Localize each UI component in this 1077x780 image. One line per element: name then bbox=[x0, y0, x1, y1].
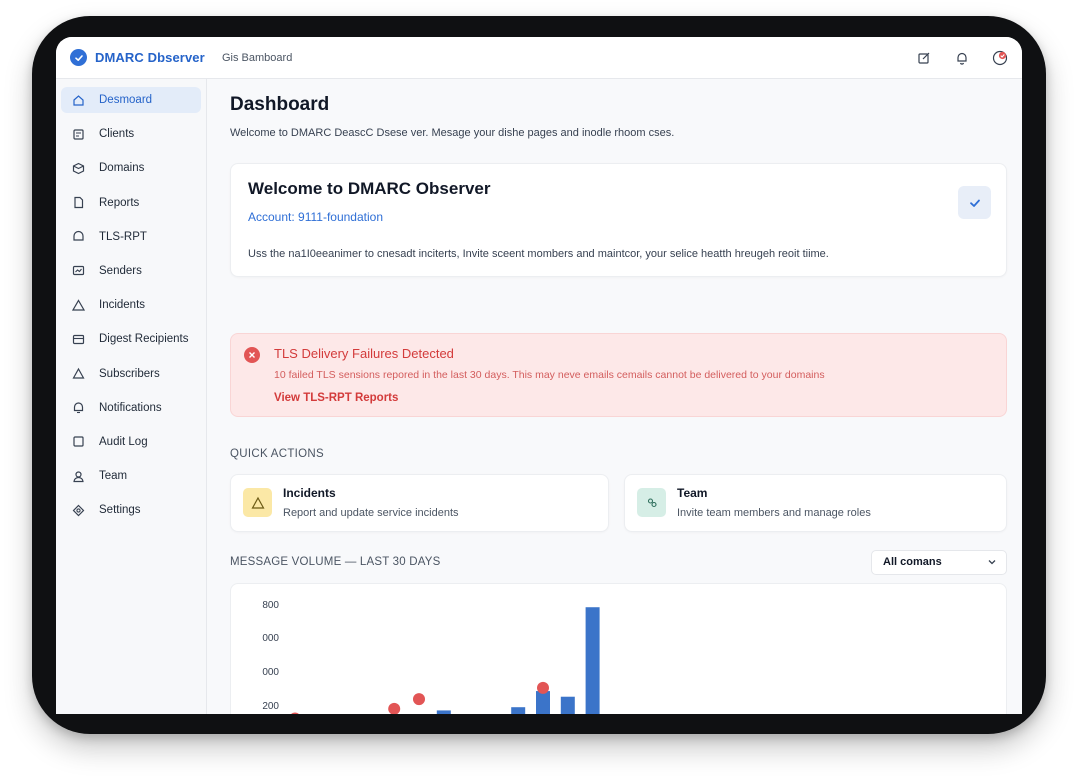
team-icon bbox=[637, 488, 666, 517]
welcome-card: Welcome to DMARC Observer Account: 9111-… bbox=[230, 163, 1007, 277]
quick-actions-heading: QUICK ACTIONS bbox=[230, 448, 324, 460]
reports-icon bbox=[71, 196, 85, 210]
sidebar-item-label: Notifications bbox=[99, 401, 162, 414]
view-tls-rpt-link[interactable]: View TLS-RPT Reports bbox=[274, 392, 398, 404]
bell-icon[interactable] bbox=[954, 50, 970, 66]
chart-canvas: 8000000002000Mar 'dMar 'dMar 'dMar 'dMar… bbox=[262, 600, 600, 714]
tls-icon bbox=[71, 230, 85, 244]
sidebar-item-label: Subscribers bbox=[99, 367, 160, 380]
alert-icon bbox=[244, 347, 260, 363]
main-content: Dashboard Welcome to DMARC DeascC Dsese … bbox=[207, 79, 1022, 714]
y-tick-label: 000 bbox=[262, 633, 279, 644]
welcome-title: Welcome to DMARC Observer bbox=[248, 179, 491, 198]
y-tick-label: 000 bbox=[262, 667, 279, 678]
sidebar-item-label: Settings bbox=[99, 504, 141, 517]
sidebar-item-reports[interactable]: Reports bbox=[61, 190, 201, 216]
volume-bar[interactable] bbox=[436, 710, 451, 714]
digest-icon bbox=[71, 332, 85, 346]
chart-heading: MESSAGE VOLUME — LAST 30 DAYS bbox=[230, 556, 441, 568]
team-icon bbox=[71, 469, 85, 483]
clients-icon bbox=[71, 127, 85, 141]
settings-icon bbox=[71, 503, 85, 517]
sidebar: Desmoard Clients Domains Reports TLS-RPT… bbox=[56, 79, 207, 714]
audit-icon bbox=[71, 435, 85, 449]
volume-bar[interactable] bbox=[536, 691, 550, 714]
sidebar-item-audit-log[interactable]: Audit Log bbox=[61, 429, 201, 455]
sidebar-item-tls-rpt[interactable]: TLS-RPT bbox=[61, 224, 201, 250]
sidebar-item-label: Digest Recipients bbox=[99, 333, 189, 346]
quick-action-description: Report and update service incidents bbox=[283, 507, 459, 519]
domain-filter-select[interactable]: All comans bbox=[871, 550, 1007, 575]
senders-icon bbox=[71, 264, 85, 278]
sidebar-item-label: Clients bbox=[99, 128, 135, 141]
warning-icon bbox=[243, 488, 272, 517]
dismiss-check-button[interactable] bbox=[958, 186, 991, 219]
sidebar-item-digest-recipients[interactable]: Digest Recipients bbox=[61, 326, 201, 352]
sidebar-item-team[interactable]: Team bbox=[61, 463, 201, 489]
quick-action-incidents[interactable]: Incidents Report and update service inci… bbox=[230, 474, 609, 532]
volume-bar[interactable] bbox=[560, 696, 575, 714]
failure-point[interactable] bbox=[388, 702, 401, 714]
home-icon bbox=[71, 93, 85, 107]
quick-action-team[interactable]: Team Invite team members and manage role… bbox=[624, 474, 1007, 532]
alert-description: 10 failed TLS sensions repored in the la… bbox=[274, 369, 825, 381]
quick-action-title: Team bbox=[677, 486, 708, 500]
app-screen: DMARC Dbserver Gis Bamboard Desmoard Cli… bbox=[56, 37, 1022, 714]
sidebar-item-label: Senders bbox=[99, 264, 142, 277]
y-tick-label: 800 bbox=[262, 600, 279, 611]
user-avatar-icon[interactable] bbox=[992, 50, 1008, 66]
welcome-description: Uss the na1I0eeanimer to cnesadt inciter… bbox=[248, 248, 829, 260]
sidebar-item-label: Reports bbox=[99, 196, 140, 209]
breadcrumb: Gis Bamboard bbox=[222, 52, 293, 64]
brand[interactable]: DMARC Dbserver bbox=[70, 49, 205, 66]
select-value: All comans bbox=[883, 556, 942, 568]
failure-point[interactable] bbox=[537, 681, 549, 694]
quick-action-title: Incidents bbox=[283, 486, 336, 500]
top-actions bbox=[916, 50, 1008, 66]
sidebar-item-notifications[interactable]: Notifications bbox=[61, 395, 201, 421]
quick-action-description: Invite team members and manage roles bbox=[677, 507, 871, 519]
tls-failure-alert: TLS Delivery Failures Detected 10 failed… bbox=[230, 333, 1007, 417]
message-volume-chart: 8000000002000Mar 'dMar 'dMar 'dMar 'dMar… bbox=[230, 583, 1007, 714]
sidebar-item-label: Domains bbox=[99, 162, 145, 175]
page-subtitle: Welcome to DMARC DeascC Dsese ver. Mesag… bbox=[230, 127, 675, 139]
app-name: DMARC Dbserver bbox=[95, 50, 205, 65]
sidebar-item-senders[interactable]: Senders bbox=[61, 258, 201, 284]
failure-point[interactable] bbox=[413, 693, 425, 706]
domains-icon bbox=[71, 161, 85, 175]
sidebar-item-clients[interactable]: Clients bbox=[61, 121, 201, 147]
sidebar-item-dashboard[interactable]: Desmoard bbox=[61, 87, 201, 113]
logo-check-icon bbox=[70, 49, 87, 66]
subscribers-icon bbox=[71, 367, 85, 381]
sidebar-item-label: Audit Log bbox=[99, 435, 148, 448]
y-tick-label: 200 bbox=[262, 701, 279, 712]
sidebar-item-label: Incidents bbox=[99, 299, 146, 312]
page-title: Dashboard bbox=[230, 94, 330, 115]
account-link[interactable]: Account: 9111-foundation bbox=[248, 210, 383, 224]
sidebar-item-label: Desmoard bbox=[99, 94, 153, 106]
edit-icon[interactable] bbox=[916, 50, 932, 66]
check-icon bbox=[969, 199, 980, 207]
warning-icon bbox=[71, 298, 85, 312]
sidebar-item-subscribers[interactable]: Subscribers bbox=[61, 361, 201, 387]
sidebar-item-settings[interactable]: Settings bbox=[61, 497, 201, 523]
chevron-down-icon bbox=[988, 560, 996, 565]
top-bar: DMARC Dbserver Gis Bamboard bbox=[56, 37, 1022, 79]
failure-point[interactable] bbox=[289, 712, 301, 714]
bell-icon bbox=[71, 401, 85, 415]
sidebar-item-label: Team bbox=[99, 470, 128, 483]
sidebar-item-incidents[interactable]: Incidents bbox=[61, 292, 201, 318]
volume-bar[interactable] bbox=[511, 707, 526, 714]
sidebar-item-domains[interactable]: Domains bbox=[61, 155, 201, 181]
sidebar-item-label: TLS-RPT bbox=[99, 230, 147, 243]
volume-bar[interactable] bbox=[585, 607, 600, 714]
alert-title: TLS Delivery Failures Detected bbox=[274, 346, 454, 361]
